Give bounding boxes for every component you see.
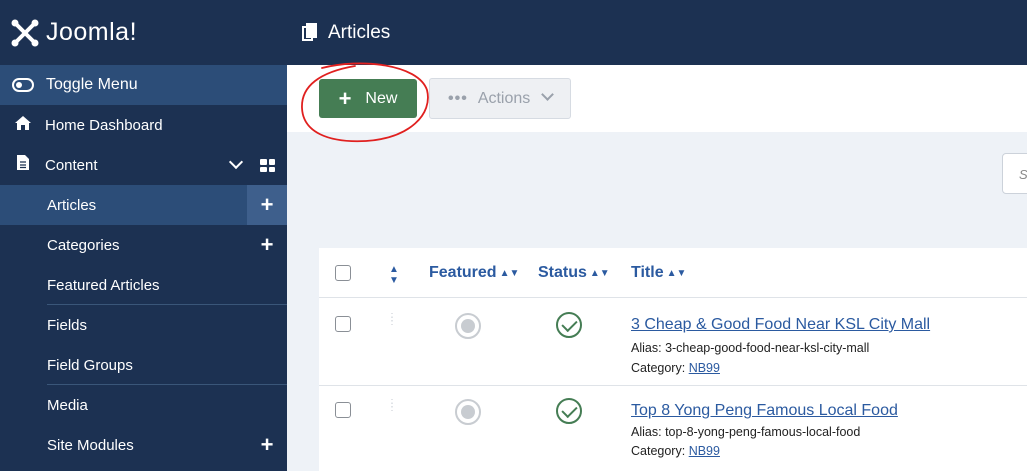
column-featured-label: Featured <box>429 264 497 281</box>
joomla-logo-icon <box>11 19 39 46</box>
featured-toggle-icon[interactable] <box>455 399 481 425</box>
sidebar-item-label: Categories <box>47 236 120 254</box>
actions-dropdown[interactable]: ••• Actions <box>429 78 571 119</box>
sidebar-item-categories[interactable]: Categories + <box>0 225 287 265</box>
sidebar-item-label: Site Modules <box>47 436 134 454</box>
copy-icon <box>302 23 318 42</box>
column-featured[interactable]: Featured ▲▼ <box>429 264 519 282</box>
featured-toggle-icon[interactable] <box>455 313 481 339</box>
page-header: Articles <box>287 0 1027 65</box>
sidebar-item-site-modules[interactable]: Site Modules + <box>0 425 287 465</box>
sidebar-item-label: Featured Articles <box>47 276 160 294</box>
chevron-down-icon[interactable] <box>228 154 244 170</box>
toggle-icon <box>12 78 34 92</box>
ellipsis-icon: ••• <box>448 89 468 107</box>
actions-label: Actions <box>477 89 531 107</box>
sidebar-item-label: Articles <box>47 196 97 214</box>
chevron-down-icon <box>541 88 554 101</box>
sidebar: Joomla! Toggle Menu Home Dashboard Conte… <box>0 0 287 471</box>
sidebar-item-label: Fields <box>47 316 88 334</box>
table-row: ⋮ ⋮ Top 8 Yong Peng Famous Local Food Ali… <box>319 386 1027 471</box>
add-article-icon[interactable]: + <box>247 185 287 225</box>
article-title-link[interactable]: 3 Cheap & Good Food Near KSL City Mall <box>631 316 930 334</box>
new-button-label: New <box>365 89 398 107</box>
select-all-checkbox[interactable] <box>335 265 351 281</box>
sort-icon: ▲▼ <box>666 268 687 279</box>
row-checkbox[interactable] <box>335 316 351 332</box>
sidebar-item-label: Field Groups <box>47 356 133 374</box>
column-status[interactable]: Status ▲▼ <box>538 264 610 282</box>
article-alias: Alias: 3-cheap-good-food-near-ksl-city-m… <box>631 341 870 355</box>
article-title-link[interactable]: Top 8 Yong Peng Famous Local Food <box>631 402 898 420</box>
column-status-label: Status <box>538 264 587 281</box>
table-header: ▲ ▼ Featured ▲▼ Status ▲▼ Title ▲▼ <box>319 248 1027 298</box>
sidebar-item-articles[interactable]: Articles + <box>0 185 287 225</box>
sort-icon: ▲▼ <box>589 268 610 279</box>
page-title: Articles <box>328 21 391 43</box>
sidebar-item-field-groups[interactable]: Field Groups <box>0 345 287 385</box>
drag-handle-icon[interactable]: ⋮ ⋮ <box>387 313 397 327</box>
published-check-icon[interactable] <box>556 398 582 424</box>
brand-name: Joomla! <box>46 18 138 46</box>
toggle-menu-label: Toggle Menu <box>46 76 138 93</box>
new-button[interactable]: + New <box>319 79 417 118</box>
column-title-label: Title <box>631 264 664 281</box>
toolbar: + New ••• Actions <box>287 65 1027 132</box>
ordering-sort-icon[interactable]: ▲ ▼ <box>386 264 399 289</box>
sidebar-item-media[interactable]: Media <box>0 385 287 425</box>
sidebar-item-label: Content <box>45 156 98 174</box>
table-row: ⋮ ⋮ 3 Cheap & Good Food Near KSL City Mal… <box>319 298 1027 386</box>
plus-icon: + <box>338 85 352 111</box>
column-title[interactable]: Title ▲▼ <box>631 264 686 282</box>
article-alias: Alias: top-8-yong-peng-famous-local-food <box>631 425 861 439</box>
sidebar-item-featured-articles[interactable]: Featured Articles <box>0 265 287 305</box>
article-category: Category: NB99 <box>631 361 720 375</box>
published-check-icon[interactable] <box>556 312 582 338</box>
sidebar-item-fields[interactable]: Fields <box>0 305 287 345</box>
sidebar-item-content[interactable]: Content <box>0 145 287 185</box>
brand[interactable]: Joomla! <box>0 0 287 65</box>
category-link[interactable]: NB99 <box>689 444 720 458</box>
article-category: Category: NB99 <box>631 444 720 458</box>
category-link[interactable]: NB99 <box>689 361 720 375</box>
articles-table: ▲ ▼ Featured ▲▼ Status ▲▼ Title ▲▼ ⋮ ⋮ 3 Chea… <box>319 248 1027 471</box>
dashboard-grid-icon[interactable] <box>260 159 275 172</box>
sidebar-item-label: Home Dashboard <box>45 116 163 134</box>
add-category-icon[interactable]: + <box>247 225 287 265</box>
drag-handle-icon[interactable]: ⋮ ⋮ <box>387 399 397 413</box>
document-icon <box>12 154 34 176</box>
sidebar-item-label: Media <box>47 396 88 414</box>
search-input[interactable]: S <box>1002 153 1027 194</box>
add-site-module-icon[interactable]: + <box>247 425 287 465</box>
home-icon <box>12 115 34 136</box>
row-checkbox[interactable] <box>335 402 351 418</box>
toggle-menu-button[interactable]: Toggle Menu <box>0 65 287 105</box>
sort-icon: ▲▼ <box>499 268 520 279</box>
sidebar-item-home-dashboard[interactable]: Home Dashboard <box>0 105 287 145</box>
